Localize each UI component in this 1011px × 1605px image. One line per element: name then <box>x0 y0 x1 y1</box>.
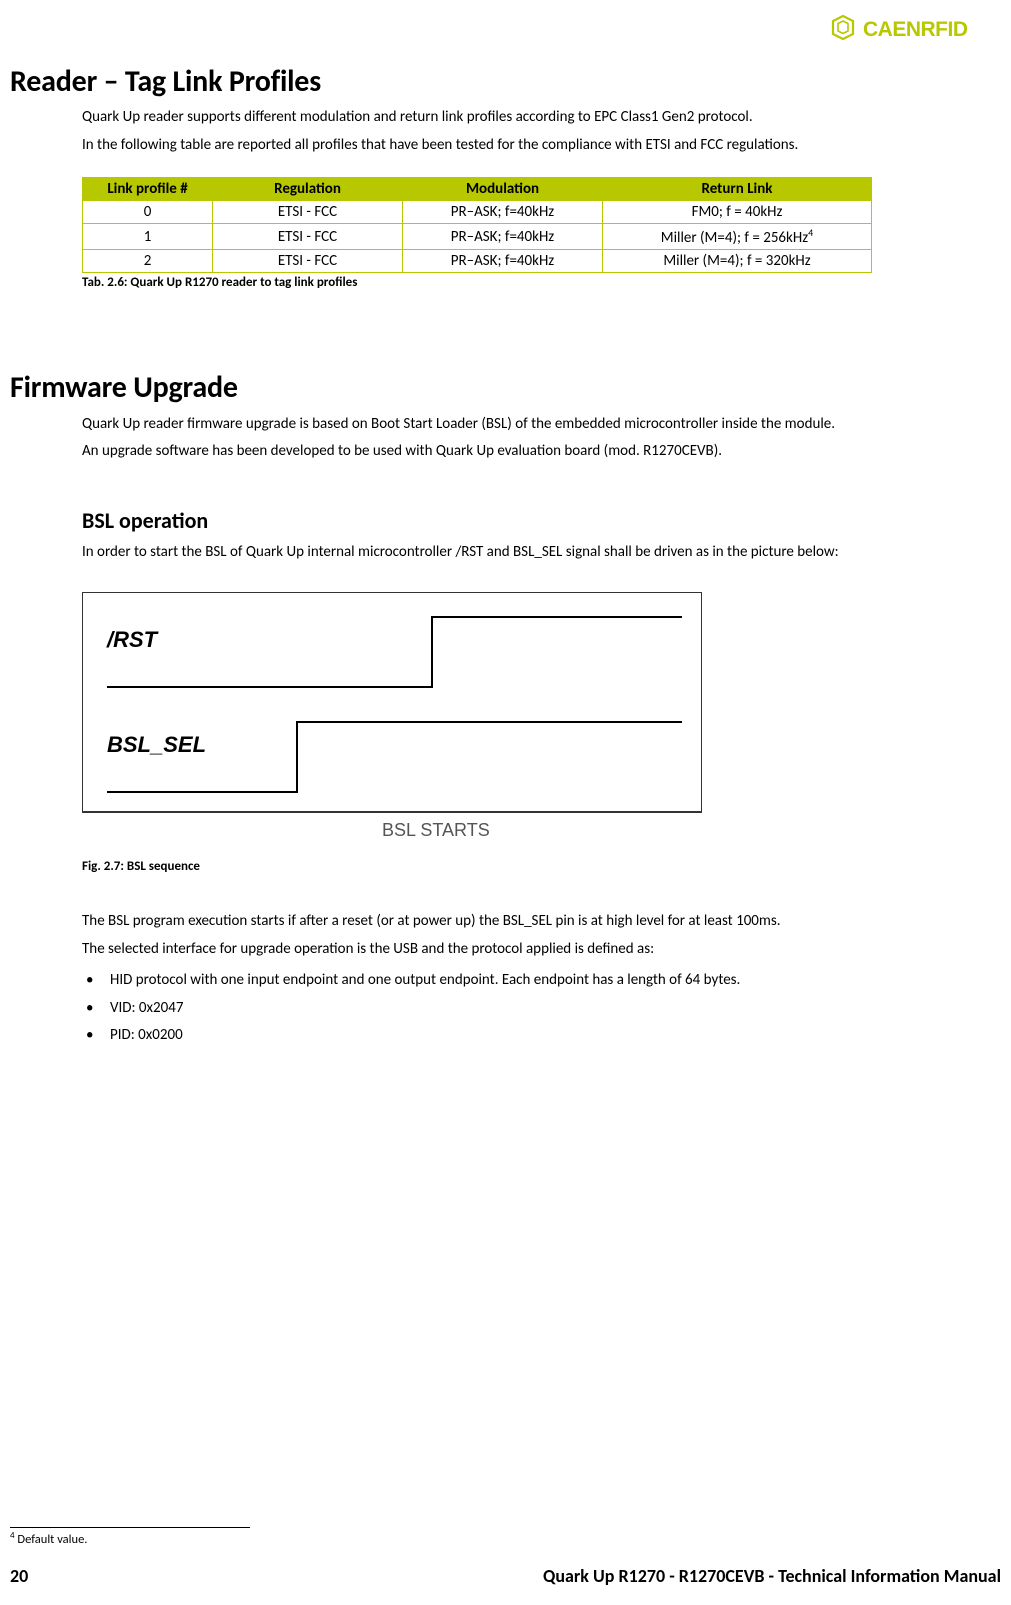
paragraph: In order to start the BSL of Quark Up in… <box>82 542 1000 562</box>
paragraph: An upgrade software has been developed t… <box>82 442 1000 462</box>
manual-title: Quark Up R1270 - R1270CEVB - Technical I… <box>543 1565 1001 1587</box>
page-number: 20 <box>10 1565 28 1587</box>
figure-caption: Fig. 2.7: BSL sequence <box>82 859 1011 874</box>
table-row: 2 ETSI - FCC PR–ASK; f=40kHz Miller (M=4… <box>83 250 872 273</box>
paragraph: Quark Up reader firmware upgrade is base… <box>82 414 1000 434</box>
section-heading-firmware-upgrade: Firmware Upgrade <box>10 369 1011 406</box>
footnote-block: 4 Default value. <box>0 1527 1011 1547</box>
table-header: Link profile # <box>83 178 213 201</box>
paragraph: The BSL program execution starts if afte… <box>82 912 1000 932</box>
subsection-heading-bsl-operation: BSL operation <box>82 507 1011 534</box>
list-item: HID protocol with one input endpoint and… <box>82 967 1011 995</box>
svg-text:CAENRFID: CAENRFID <box>863 18 968 41</box>
table-caption: Tab. 2.6: Quark Up R1270 reader to tag l… <box>82 275 1011 290</box>
footnote-rule <box>10 1527 250 1528</box>
list-item: VID: 0x2047 <box>82 995 1011 1023</box>
protocol-bullet-list: HID protocol with one input endpoint and… <box>82 967 1011 1050</box>
paragraph: In the following table are reported all … <box>82 136 1000 156</box>
footnote-marker: 4 <box>808 226 813 239</box>
paragraph: Quark Up reader supports different modul… <box>82 108 1000 128</box>
page-footer: 20 Quark Up R1270 - R1270CEVB - Technica… <box>0 1565 1011 1587</box>
bsl-sequence-diagram: /RST BSL_SEL BSL STARTS <box>82 592 702 847</box>
table-row: 1 ETSI - FCC PR–ASK; f=40kHz Miller (M=4… <box>83 224 872 250</box>
section-heading-link-profiles: Reader – Tag Link Profiles <box>10 63 1011 100</box>
list-item: PID: 0x0200 <box>82 1022 1011 1050</box>
table-header: Regulation <box>213 178 403 201</box>
svg-text:/RST: /RST <box>106 627 159 652</box>
paragraph: The selected interface for upgrade opera… <box>82 940 1000 960</box>
svg-text:BSL_SEL: BSL_SEL <box>107 732 206 757</box>
brand-logo: CAENRFID <box>831 14 1001 49</box>
table-row: 0 ETSI - FCC PR–ASK; f=40kHz FM0; f = 40… <box>83 201 872 224</box>
link-profiles-table: Link profile # Regulation Modulation Ret… <box>82 177 872 273</box>
table-header: Return Link <box>603 178 872 201</box>
svg-text:BSL STARTS: BSL STARTS <box>382 820 490 840</box>
footnote: 4 Default value. <box>10 1530 1011 1547</box>
table-header: Modulation <box>403 178 603 201</box>
